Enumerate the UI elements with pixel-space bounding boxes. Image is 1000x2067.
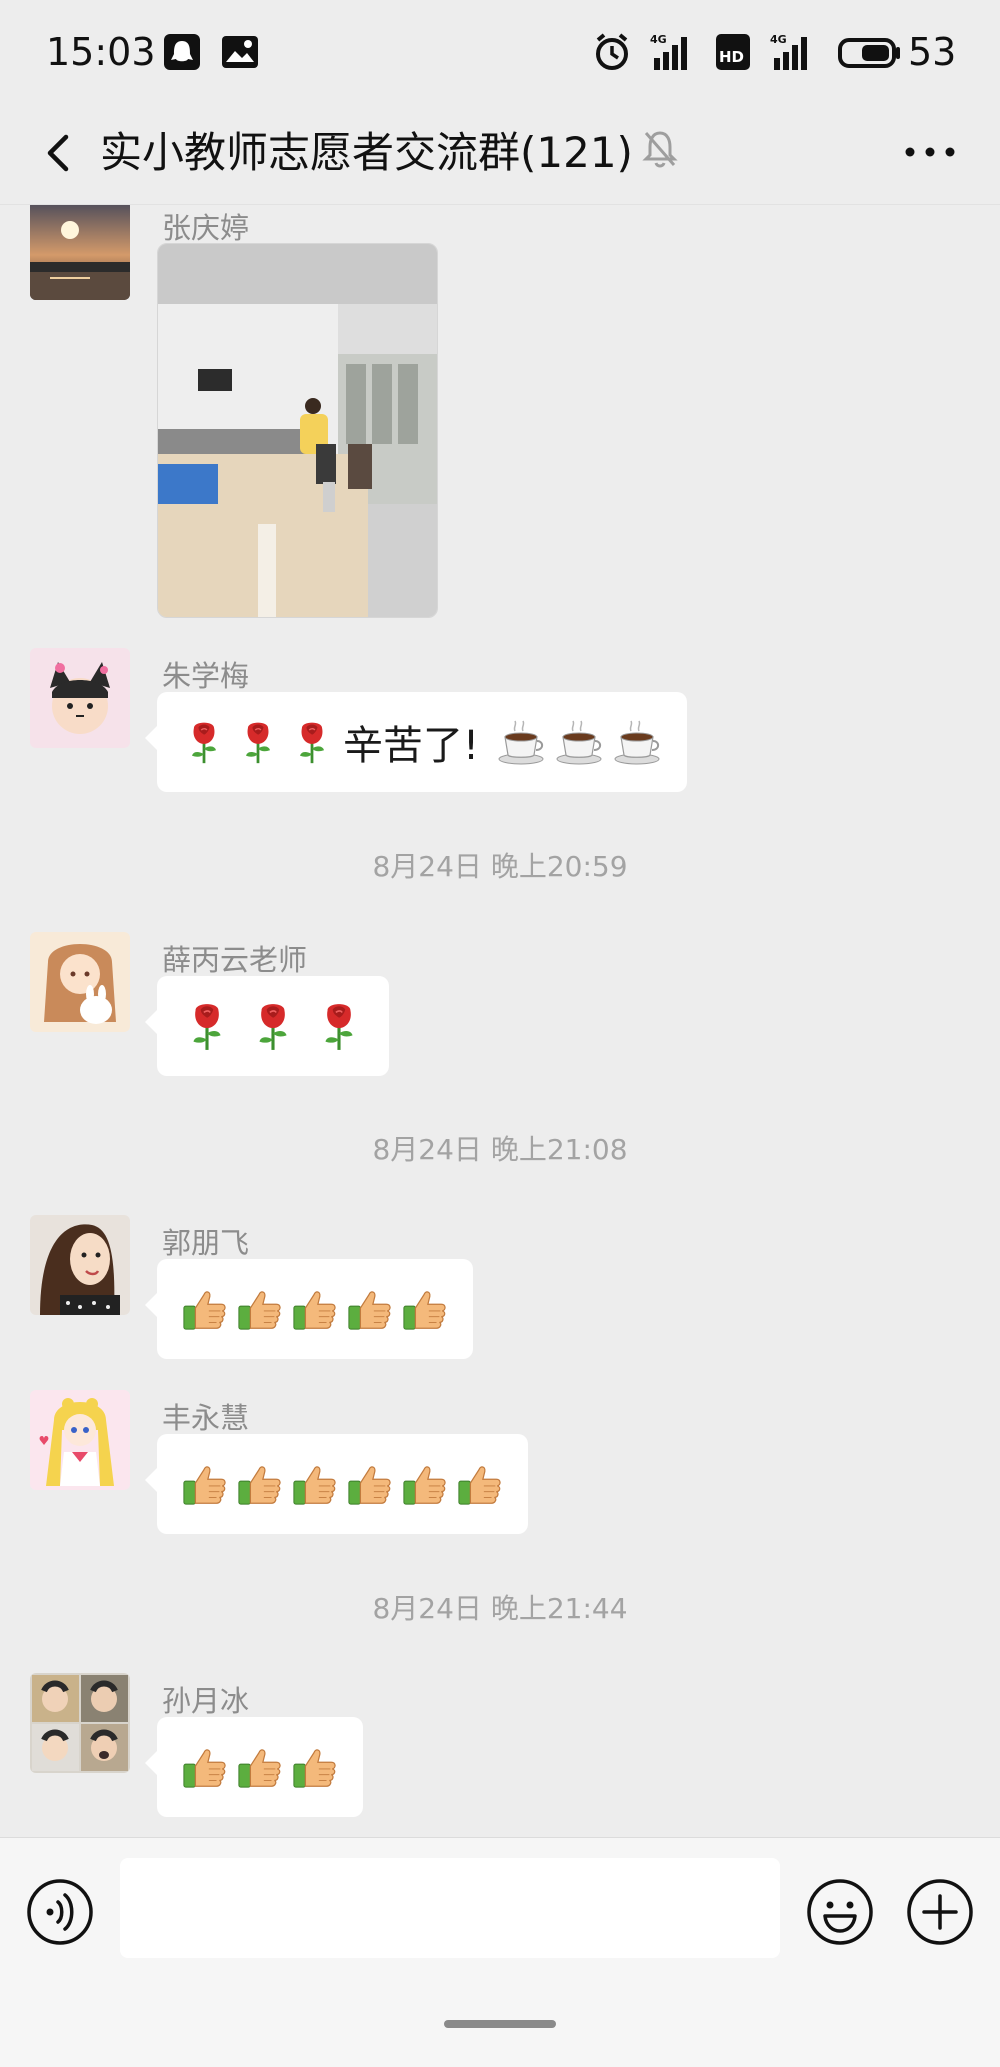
thumbs-up-icon <box>401 1460 449 1508</box>
coffee-icon <box>613 717 663 767</box>
thumbs-up-icon <box>291 1460 339 1508</box>
chat-message-list[interactable]: 张庆婷 朱学梅 辛苦了! 8月24日 晚上20:59 薛丙云老师 8月24日 晚… <box>0 205 1000 1837</box>
emoji-message-bubble[interactable] <box>145 1434 528 1534</box>
status-time: 15:03 <box>46 30 156 74</box>
thumbs-up-icon <box>456 1460 504 1508</box>
thumbs-up-icon <box>236 1743 284 1791</box>
message-timestamp: 8月24日 晚上21:44 <box>372 1592 628 1625</box>
avatar[interactable] <box>30 205 130 300</box>
battery-icon <box>838 32 902 76</box>
muted-bell-icon <box>640 127 680 173</box>
back-icon[interactable] <box>34 123 82 183</box>
thumbs-up-icon <box>346 1460 394 1508</box>
text-message-bubble[interactable]: 辛苦了! <box>144 692 688 792</box>
qq-notification-icon <box>162 32 202 76</box>
message-timestamp: 8月24日 晚上20:59 <box>372 850 628 883</box>
message-text: 辛苦了! <box>343 723 480 769</box>
more-functions-icon[interactable] <box>906 1878 974 1946</box>
message-timestamp: 8月24日 晚上21:08 <box>372 1133 628 1166</box>
signal-4g-icon-2: 4G <box>770 32 816 76</box>
svg-text:4G: 4G <box>650 33 667 46</box>
status-bar: 15:03 4G HD 4G 53 <box>0 0 1000 105</box>
thumbs-up-icon <box>236 1460 284 1508</box>
thumbs-up-icon <box>346 1285 394 1333</box>
sender-name: 丰永慧 <box>162 1401 250 1435</box>
rose-icon <box>247 999 299 1053</box>
avatar[interactable] <box>30 932 130 1032</box>
signal-4g-icon-1: 4G <box>650 32 696 76</box>
more-options-icon[interactable] <box>900 127 960 177</box>
avatar[interactable] <box>30 648 130 748</box>
emoji-message-bubble[interactable] <box>145 1259 473 1359</box>
message-input[interactable] <box>120 1858 780 1958</box>
avatar[interactable] <box>30 1390 130 1490</box>
chat-header: 实小教师志愿者交流群(121) <box>0 105 1000 205</box>
hd-voice-icon: HD <box>714 32 754 76</box>
alarm-icon <box>592 32 632 76</box>
coffee-icon <box>497 717 547 767</box>
voice-input-icon[interactable] <box>26 1878 94 1946</box>
avatar[interactable] <box>30 1673 130 1773</box>
rose-icon <box>181 999 233 1053</box>
thumbs-up-icon <box>236 1285 284 1333</box>
sender-name: 张庆婷 <box>162 211 250 245</box>
image-message[interactable] <box>157 243 438 618</box>
emoji-picker-icon[interactable] <box>806 1878 874 1946</box>
thumbs-up-icon <box>181 1285 229 1333</box>
home-indicator[interactable] <box>444 2020 556 2028</box>
thumbs-up-icon <box>291 1285 339 1333</box>
svg-text:4G: 4G <box>770 33 787 46</box>
rose-icon <box>313 999 365 1053</box>
emoji-message-bubble[interactable] <box>145 976 389 1076</box>
sender-name: 朱学梅 <box>162 659 250 693</box>
sender-name: 薛丙云老师 <box>162 943 308 977</box>
thumbs-up-icon <box>181 1460 229 1508</box>
svg-text:HD: HD <box>719 48 744 66</box>
sender-name: 孙月冰 <box>162 1684 250 1718</box>
rose-icon <box>181 717 227 767</box>
rose-icon <box>289 717 335 767</box>
rose-icon <box>235 717 281 767</box>
emoji-message-bubble[interactable] <box>145 1717 363 1817</box>
battery-percentage: 53 <box>908 30 957 74</box>
sender-name: 郭朋飞 <box>162 1226 250 1260</box>
coffee-icon <box>555 717 605 767</box>
chat-title: 实小教师志愿者交流群(121) <box>100 128 633 177</box>
thumbs-up-icon <box>291 1743 339 1791</box>
input-bar <box>0 1837 1000 2067</box>
thumbs-up-icon <box>181 1743 229 1791</box>
thumbs-up-icon <box>401 1285 449 1333</box>
avatar[interactable] <box>30 1215 130 1315</box>
gallery-notification-icon <box>220 32 260 76</box>
